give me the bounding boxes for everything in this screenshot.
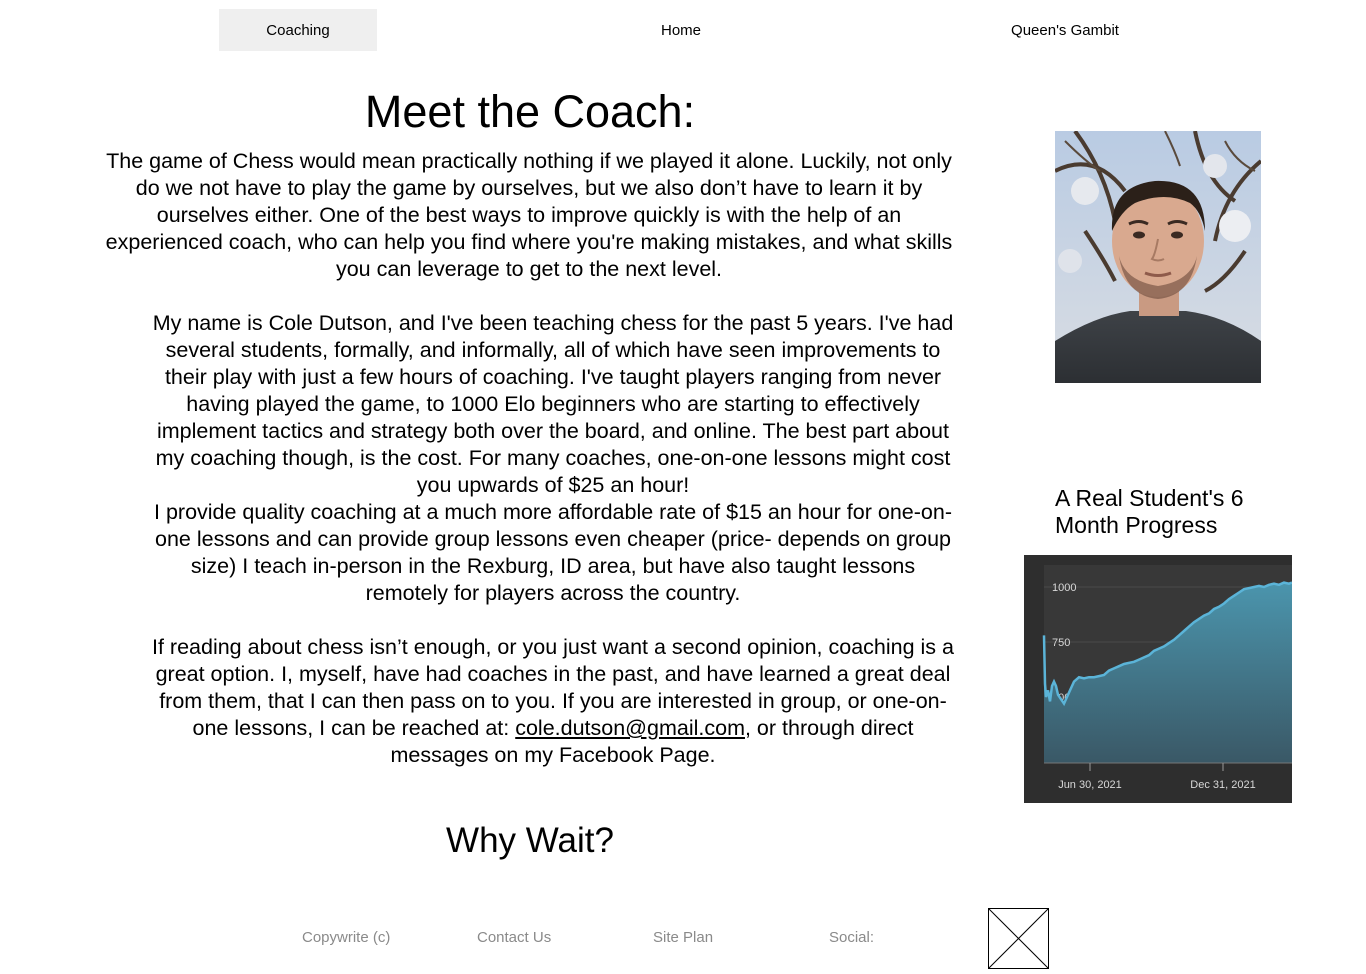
progress-chart-svg: 1000750500250Jun 30, 2021Dec 31, 2021 <box>1042 565 1293 791</box>
footer-site-plan-link[interactable]: Site Plan <box>653 928 713 948</box>
pricing-paragraph: I provide quality coaching at a much mor… <box>154 500 952 605</box>
contact-paragraph: If reading about chess isn’t enough, or … <box>104 634 954 769</box>
coach-photo <box>1055 131 1261 383</box>
chart-x-tick-label: Dec 31, 2021 <box>1190 779 1255 791</box>
chart-y-tick-label: 750 <box>1052 637 1070 649</box>
nav-item-home[interactable]: Home <box>601 9 761 51</box>
intro-paragraph: The game of Chess would mean practically… <box>105 149 953 281</box>
nav-item-queens-gambit[interactable]: Queen's Gambit <box>985 9 1145 51</box>
footer-contact-link[interactable]: Contact Us <box>477 928 551 948</box>
progress-chart: 1000750500250Jun 30, 2021Dec 31, 2021 <box>1024 555 1293 803</box>
footer-social-label: Social: <box>829 929 875 946</box>
main-content: The game of Chess would mean practically… <box>104 148 954 769</box>
footer-copyright: Copywrite (c) <box>302 929 391 946</box>
about-paragraph: My name is Cole Dutson, and I've been te… <box>152 311 954 497</box>
nav-item-coaching[interactable]: Coaching <box>219 9 377 51</box>
progress-title: A Real Student's 6 Month Progress <box>1055 485 1244 538</box>
chart-x-tick-label: Jun 30, 2021 <box>1058 779 1122 791</box>
why-wait-heading: Why Wait? <box>446 821 614 860</box>
social-image-placeholder-icon[interactable] <box>988 908 1049 969</box>
email-link[interactable]: cole.dutson@gmail.com <box>515 716 745 740</box>
page-title: Meet the Coach: <box>364 86 696 137</box>
chart-y-tick-label: 1000 <box>1052 582 1076 594</box>
